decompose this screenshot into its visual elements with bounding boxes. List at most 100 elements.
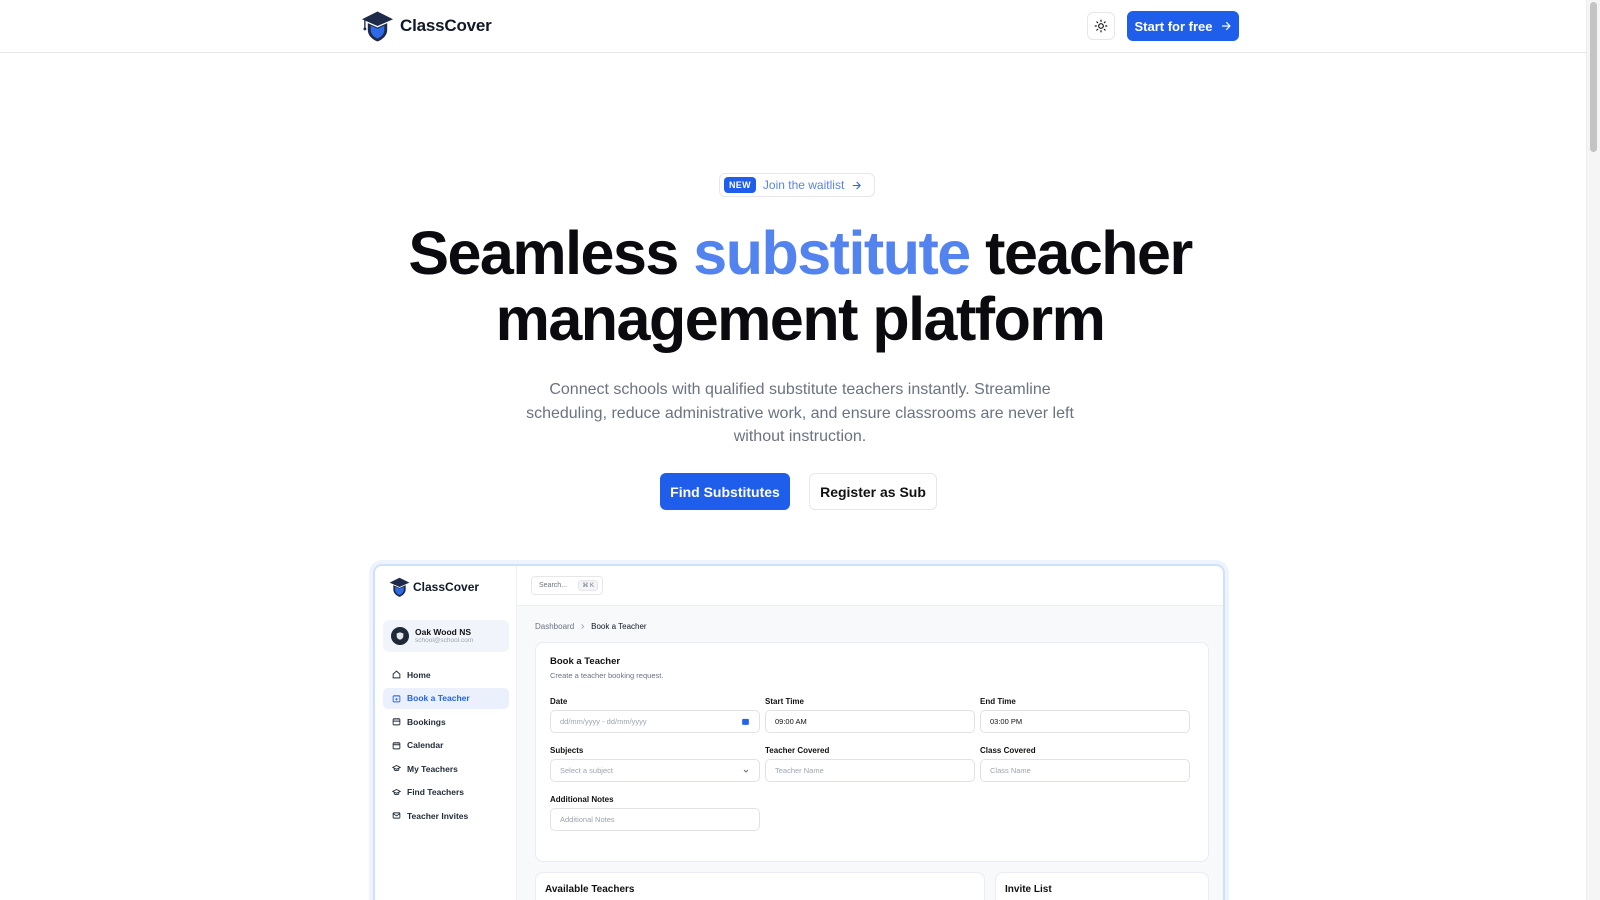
waitlist-badge[interactable]: NEW Join the waitlist: [719, 173, 875, 197]
hero-subtitle: Connect schools with qualified substitut…: [526, 381, 1074, 445]
preview-search-input: Search... ⌘ K: [531, 576, 603, 595]
hero-title-line2: management platform: [495, 285, 1106, 353]
teacher-covered-field: Teacher Covered Teacher Name: [765, 746, 975, 782]
sidebar-item-label: Find Teachers: [407, 787, 464, 797]
end-time-input: 03:00 PM: [980, 710, 1190, 733]
book-teacher-card: Book a Teacher Create a teacher booking …: [535, 642, 1209, 862]
graduation-cap-icon: [392, 764, 401, 772]
card-title: Book a Teacher: [550, 656, 621, 667]
subjects-placeholder: Select a subject: [560, 766, 613, 775]
search-shortcut-badge: ⌘ K: [578, 580, 598, 591]
new-tag: NEW: [724, 177, 756, 193]
arrow-right-icon: [853, 181, 861, 189]
preview-nav: Home Book a Teacher Bookings Calendar My…: [383, 664, 509, 829]
chevron-down-icon: [743, 769, 749, 773]
calendar-plus-icon: [392, 694, 401, 702]
calendar-icon: [392, 741, 401, 749]
breadcrumb: Dashboard Book a Teacher: [535, 622, 647, 631]
sidebar-item-find-teachers: Find Teachers: [383, 782, 509, 803]
available-teachers-card: Available Teachers: [535, 872, 985, 900]
available-teachers-title: Available Teachers: [545, 884, 635, 895]
find-substitutes-button[interactable]: Find Substitutes: [660, 473, 790, 510]
theme-toggle-button[interactable]: [1087, 12, 1115, 40]
school-avatar: [391, 627, 409, 645]
teacher-covered-label: Teacher Covered: [765, 746, 830, 755]
card-description: Create a teacher booking request.: [550, 671, 664, 680]
class-covered-placeholder: Class Name: [990, 766, 1031, 775]
waitlist-link-text: Join the waitlist: [762, 178, 845, 192]
sidebar-item-bookings: Bookings: [383, 711, 509, 732]
end-time-value: 03:00 PM: [990, 717, 1023, 726]
additional-notes-field: Additional Notes Additional Notes: [550, 795, 760, 831]
user-email: school@school.com: [415, 637, 474, 644]
subjects-field: Subjects Select a subject: [550, 746, 760, 782]
sidebar-item-my-teachers: My Teachers: [383, 758, 509, 779]
chevron-right-icon: [581, 624, 585, 629]
hero-title-part1: Seamless: [408, 219, 679, 287]
preview-user-card: Oak Wood NS school@school.com: [383, 620, 509, 652]
hero-title-accent: substitute: [693, 219, 971, 287]
classcover-logo-icon: [389, 577, 410, 597]
classcover-logo-icon: [361, 11, 394, 42]
preview-brand-name: ClassCover: [413, 580, 480, 594]
home-icon: [392, 670, 401, 679]
page-scrollbar[interactable]: [1586, 0, 1600, 900]
start-time-input: 09:00 AM: [765, 710, 975, 733]
hero-title-part2: teacher: [985, 219, 1193, 287]
teacher-covered-input: Teacher Name: [765, 759, 975, 782]
class-covered-label: Class Covered: [980, 746, 1036, 755]
sidebar-item-home: Home: [383, 664, 509, 685]
sidebar-item-label: Teacher Invites: [407, 810, 469, 821]
hero-title: Seamless substitute teacher management p…: [0, 220, 1600, 352]
breadcrumb-current: Book a Teacher: [591, 622, 647, 631]
start-time-label: Start Time: [765, 697, 804, 706]
class-covered-field: Class Covered Class Name: [980, 746, 1190, 782]
sidebar-item-teacher-invites: Teacher Invites: [383, 805, 509, 826]
start-time-value: 09:00 AM: [775, 717, 807, 726]
invite-list-title: Invite List: [1005, 884, 1052, 895]
arrow-right-icon: [1221, 21, 1231, 31]
sidebar-item-label: Bookings: [407, 716, 446, 727]
sidebar-item-label: Calendar: [407, 740, 444, 750]
preview-main: Dashboard Book a Teacher Book a Teacher …: [517, 606, 1223, 900]
subjects-label: Subjects: [550, 746, 584, 755]
school-crest-icon: [396, 632, 404, 640]
preview-topbar: Search... ⌘ K: [517, 566, 1223, 606]
end-time-label: End Time: [980, 697, 1016, 706]
class-covered-input: Class Name: [980, 759, 1190, 782]
register-as-sub-button[interactable]: Register as Sub: [809, 473, 937, 510]
date-range-input: dd/mm/yyyy - dd/mm/yyyy: [550, 710, 760, 733]
additional-notes-input: Additional Notes: [550, 808, 760, 831]
graduation-cap-icon: [392, 788, 401, 795]
date-label: Date: [550, 697, 568, 706]
sun-icon: [1094, 19, 1108, 33]
sidebar-item-label: Book a Teacher: [407, 693, 470, 703]
subjects-select: Select a subject: [550, 759, 760, 782]
mail-icon: [392, 812, 401, 819]
sidebar-item-label: Home: [407, 669, 431, 680]
start-for-free-label: Start for free: [1134, 18, 1213, 34]
sidebar-item-book-a-teacher: Book a Teacher: [383, 687, 509, 709]
invite-list-card: Invite List: [995, 872, 1209, 900]
sidebar-item-label: My Teachers: [407, 763, 458, 774]
scrollbar-thumb[interactable]: [1590, 2, 1597, 152]
additional-notes-placeholder: Additional Notes: [560, 815, 615, 824]
top-navbar: ClassCover Start for free: [0, 0, 1600, 53]
preview-brand: ClassCover: [389, 576, 479, 598]
start-for-free-button[interactable]: Start for free: [1127, 11, 1239, 41]
calendar-icon: [742, 718, 749, 725]
breadcrumb-root: Dashboard: [535, 622, 575, 631]
teacher-covered-placeholder: Teacher Name: [775, 766, 824, 775]
date-field: Date dd/mm/yyyy - dd/mm/yyyy: [550, 697, 760, 733]
preview-sidebar: ClassCover Oak Wood NS school@school.com…: [375, 566, 517, 900]
date-range-value: dd/mm/yyyy - dd/mm/yyyy: [560, 717, 647, 726]
additional-notes-label: Additional Notes: [550, 795, 614, 804]
user-name: Oak Wood NS: [415, 627, 472, 637]
search-placeholder: Search...: [539, 582, 568, 589]
brand-link[interactable]: ClassCover: [361, 9, 492, 43]
brand-name: ClassCover: [400, 16, 492, 35]
app-preview: ClassCover Oak Wood NS school@school.com…: [373, 564, 1225, 900]
sidebar-item-calendar: Calendar: [383, 735, 509, 756]
end-time-field: End Time 03:00 PM: [980, 697, 1190, 733]
start-time-field: Start Time 09:00 AM: [765, 697, 975, 733]
